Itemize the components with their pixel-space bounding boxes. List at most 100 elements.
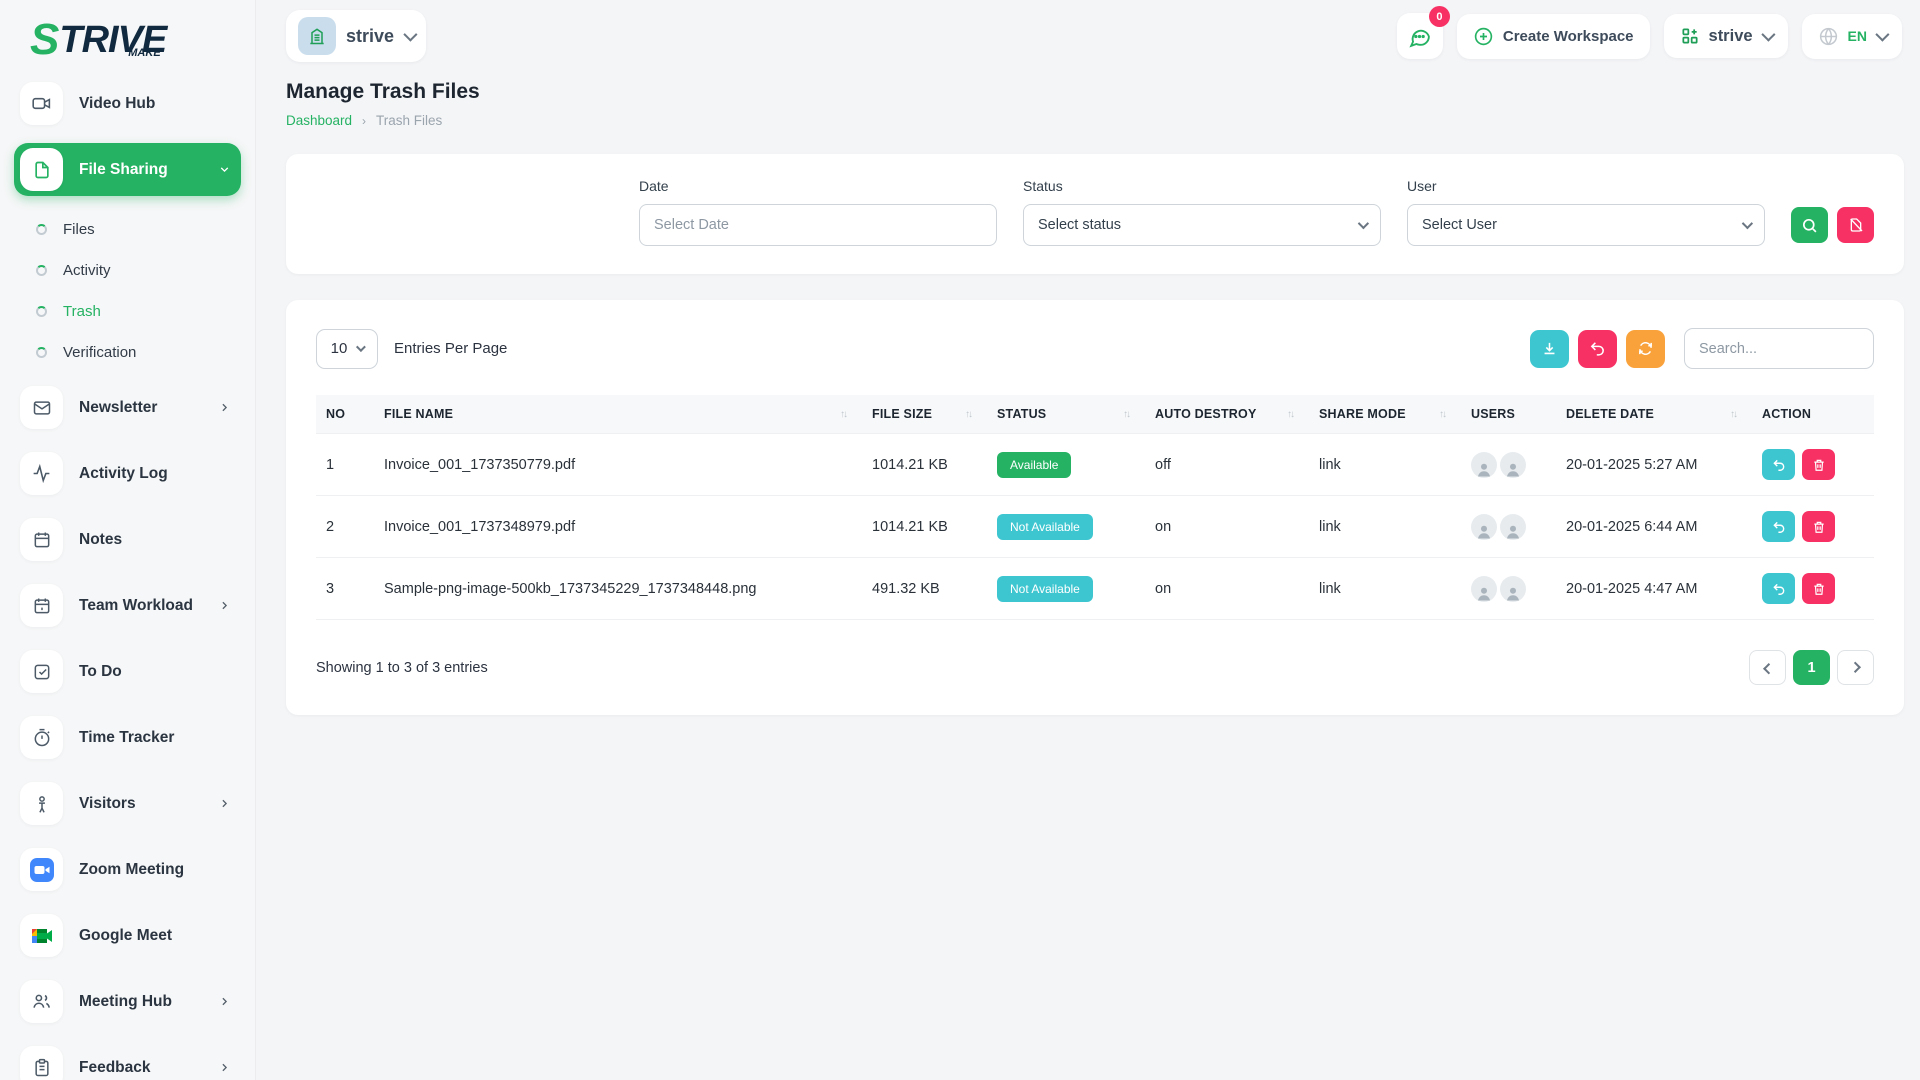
- row-actions: [1762, 573, 1864, 604]
- avatar: [1500, 576, 1526, 602]
- sidebar-item-video-hub[interactable]: Video Hub: [14, 77, 241, 130]
- trash-files-table: NO FILE NAME↑↓ FILE SIZE↑↓ STATUS↑↓ AUTO…: [316, 395, 1874, 620]
- sidebar-item-file-sharing[interactable]: File Sharing: [14, 143, 241, 196]
- sort-icon[interactable]: ↑↓: [1730, 409, 1742, 420]
- sidebar-item-label: Activity Log: [79, 465, 168, 483]
- app-root: S TRIVE MAKE Video Hub File Sharing: [0, 0, 1920, 1080]
- sidebar-subitem-files[interactable]: Files: [14, 209, 241, 250]
- trash-icon: [1812, 520, 1826, 534]
- chevron-right-icon: [218, 401, 231, 414]
- chevron-down-icon: [403, 28, 417, 42]
- restore-file-button[interactable]: [1762, 449, 1795, 480]
- filter-date-label: Date: [639, 178, 997, 194]
- user-avatars: [1471, 452, 1546, 478]
- col-delete-date[interactable]: DELETE DATE↑↓: [1556, 395, 1752, 434]
- col-file-name[interactable]: FILE NAME↑↓: [374, 395, 862, 434]
- chat-bubble-icon: [1407, 24, 1432, 49]
- sidebar-item-to-do[interactable]: To Do: [14, 645, 241, 698]
- table-search-input[interactable]: [1684, 328, 1874, 369]
- sidebar-item-feedback[interactable]: Feedback: [14, 1041, 241, 1080]
- sort-icon[interactable]: ↑↓: [840, 409, 852, 420]
- entries-per-page-select[interactable]: 10: [316, 329, 378, 369]
- search-filter-button[interactable]: [1791, 207, 1828, 243]
- sidebar-item-label: Time Tracker: [79, 729, 174, 747]
- cell-auto-destroy: off: [1145, 434, 1309, 496]
- delete-file-button[interactable]: [1802, 449, 1835, 480]
- status-badge: Not Available: [997, 576, 1093, 602]
- delete-file-button[interactable]: [1802, 573, 1835, 604]
- sidebar-item-label: Newsletter: [79, 399, 157, 417]
- sidebar-nav: Video Hub File Sharing Files Activity: [0, 71, 255, 1080]
- workspace-menu-label: strive: [1709, 27, 1753, 46]
- sort-icon[interactable]: ↑↓: [1287, 409, 1299, 420]
- language-menu-button[interactable]: EN: [1802, 14, 1902, 59]
- sidebar-item-meeting-hub[interactable]: Meeting Hub: [14, 975, 241, 1028]
- plus-circle-icon: [1473, 26, 1494, 47]
- download-icon: [1541, 340, 1558, 357]
- showing-entries-text: Showing 1 to 3 of 3 entries: [316, 660, 488, 676]
- video-icon: [20, 82, 63, 125]
- user-avatars: [1471, 514, 1546, 540]
- sidebar-subitem-label: Trash: [63, 303, 101, 320]
- next-page-button[interactable]: [1837, 650, 1874, 685]
- restore-file-button[interactable]: [1762, 511, 1795, 542]
- chat-button[interactable]: 0: [1397, 13, 1443, 59]
- workspace-switcher-button[interactable]: strive: [286, 10, 426, 62]
- col-auto-destroy[interactable]: AUTO DESTROY↑↓: [1145, 395, 1309, 434]
- page-1-button[interactable]: 1: [1793, 650, 1830, 685]
- col-users: USERS: [1461, 395, 1556, 434]
- user-filter-select[interactable]: Select User: [1407, 204, 1765, 246]
- sidebar-item-notes[interactable]: Notes: [14, 513, 241, 566]
- cell-no: 1: [316, 434, 374, 496]
- cell-delete-date: 20-01-2025 5:27 AM: [1556, 434, 1752, 496]
- sidebar-item-label: File Sharing: [79, 161, 168, 179]
- delete-file-button[interactable]: [1802, 511, 1835, 542]
- date-filter-input[interactable]: [639, 204, 997, 246]
- calendar-icon: [20, 518, 63, 561]
- table-body: 1 Invoice_001_1737350779.pdf 1014.21 KB …: [316, 434, 1874, 620]
- chevron-right-icon: [1849, 661, 1860, 672]
- sidebar-item-zoom-meeting[interactable]: Zoom Meeting: [14, 843, 241, 896]
- sidebar-item-visitors[interactable]: Visitors: [14, 777, 241, 830]
- col-status[interactable]: STATUS↑↓: [987, 395, 1145, 434]
- prev-page-button[interactable]: [1749, 650, 1786, 685]
- file-icon: [20, 148, 63, 191]
- col-file-size[interactable]: FILE SIZE↑↓: [862, 395, 987, 434]
- user-filter-value: Select User: [1422, 217, 1497, 233]
- col-no: NO: [316, 395, 374, 434]
- clear-filter-button[interactable]: [1837, 207, 1874, 243]
- sort-icon[interactable]: ↑↓: [1439, 409, 1451, 420]
- user-avatars: [1471, 576, 1546, 602]
- sidebar-subitem-verification[interactable]: Verification: [14, 332, 241, 373]
- sidebar-item-label: Visitors: [79, 795, 136, 813]
- sort-icon[interactable]: ↑↓: [1123, 409, 1135, 420]
- sidebar-item-activity-log[interactable]: Activity Log: [14, 447, 241, 500]
- sidebar-item-label: Notes: [79, 531, 122, 549]
- sidebar-item-newsletter[interactable]: Newsletter: [14, 381, 241, 434]
- topbar-right: 0 Create Workspace strive EN: [1397, 13, 1902, 59]
- page-title: Manage Trash Files: [286, 80, 1904, 104]
- create-workspace-button[interactable]: Create Workspace: [1457, 14, 1650, 59]
- cell-share-mode: link: [1309, 496, 1461, 558]
- breadcrumb-dashboard-link[interactable]: Dashboard: [286, 113, 352, 128]
- sidebar-item-time-tracker[interactable]: Time Tracker: [14, 711, 241, 764]
- sidebar-subitem-trash[interactable]: Trash: [14, 291, 241, 332]
- trash-icon: [1812, 582, 1826, 596]
- chevron-down-icon: [1875, 28, 1889, 42]
- zoom-icon: [20, 848, 63, 891]
- restore-all-button[interactable]: [1578, 330, 1617, 368]
- trash-icon: [1812, 458, 1826, 472]
- col-share-mode[interactable]: SHARE MODE↑↓: [1309, 395, 1461, 434]
- undo-icon: [1772, 520, 1786, 534]
- row-actions: [1762, 449, 1864, 480]
- sidebar-item-google-meet[interactable]: Google Meet: [14, 909, 241, 962]
- sidebar-subitem-activity[interactable]: Activity: [14, 250, 241, 291]
- refresh-button[interactable]: [1626, 330, 1665, 368]
- workspace-menu-button[interactable]: strive: [1664, 14, 1788, 58]
- page-content: Manage Trash Files Dashboard › Trash Fil…: [256, 72, 1920, 715]
- export-download-button[interactable]: [1530, 330, 1569, 368]
- restore-file-button[interactable]: [1762, 573, 1795, 604]
- sort-icon[interactable]: ↑↓: [965, 409, 977, 420]
- status-filter-select[interactable]: Select status: [1023, 204, 1381, 246]
- sidebar-item-team-workload[interactable]: Team Workload: [14, 579, 241, 632]
